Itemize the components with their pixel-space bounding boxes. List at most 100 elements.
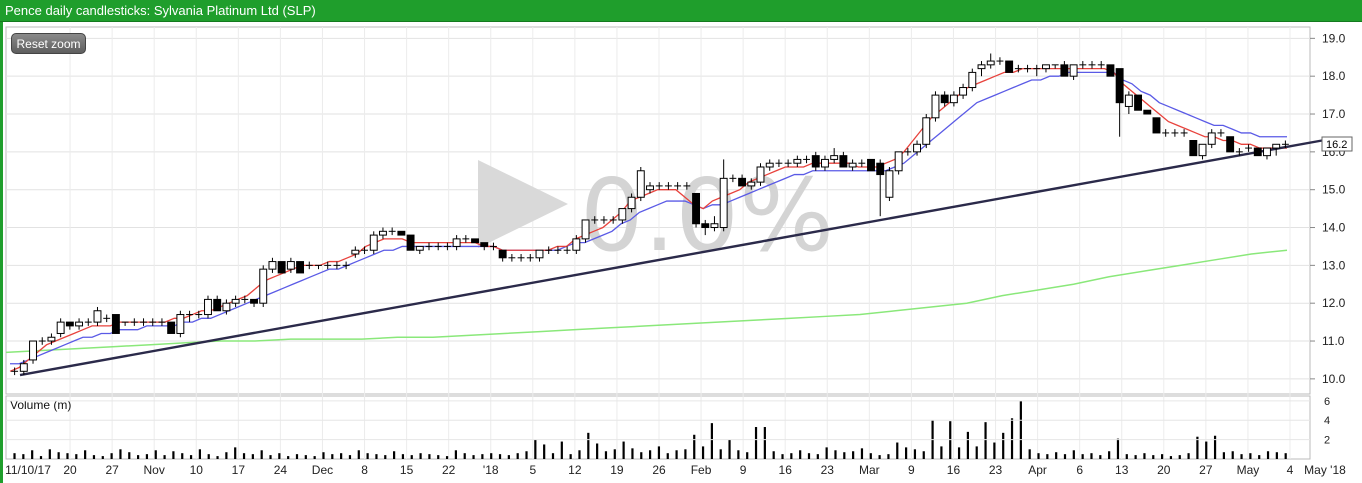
volume-bar xyxy=(1081,454,1084,459)
volume-bar xyxy=(834,450,837,459)
candle xyxy=(369,231,378,255)
price-axis-ticks: 10.011.012.013.014.015.016.017.018.019.0 xyxy=(1310,31,1346,386)
volume-bar xyxy=(92,455,96,459)
candle-body xyxy=(931,94,940,119)
candle-body xyxy=(913,143,922,153)
volume-bar xyxy=(401,454,405,459)
volume-tick-label: 6 xyxy=(1324,396,1330,408)
volume-bar xyxy=(1010,418,1014,459)
candle xyxy=(1005,60,1014,73)
candle-body xyxy=(1189,140,1198,157)
volume-bar xyxy=(693,434,696,459)
date-tick-label: Feb xyxy=(691,463,712,477)
volume-bar xyxy=(1266,451,1270,459)
volume-bar xyxy=(878,455,881,459)
candle xyxy=(636,166,645,202)
volume-bar xyxy=(313,456,316,459)
volume-bar xyxy=(701,446,705,459)
volume-bar xyxy=(1072,450,1075,459)
volume-bar xyxy=(578,450,581,459)
candle-body xyxy=(646,185,654,191)
volume-bar xyxy=(454,450,457,459)
candle-body xyxy=(1115,68,1124,104)
date-axis-ticks: 11/10/17 20 27 Nov 10 17 24 Dec 8 15 22 '18 5 12 19 26 F… xyxy=(5,463,1346,477)
volume-bar xyxy=(816,454,819,459)
date-tick-label: 16 xyxy=(947,463,961,477)
reset-zoom-button[interactable]: Reset zoom xyxy=(11,33,86,54)
volume-bar xyxy=(1231,451,1234,459)
price-tick-label: 17.0 xyxy=(1322,107,1346,121)
date-tick-label: 23 xyxy=(821,463,835,477)
volume-bar xyxy=(887,454,890,459)
volume-bar xyxy=(905,447,908,459)
candle-body xyxy=(830,155,839,160)
volume-bar xyxy=(154,450,157,459)
volume-bar xyxy=(331,454,334,459)
price-chart[interactable]: 0.0% 10.011.012.013.014.015.016.017.018.… xyxy=(0,22,1362,483)
date-tick-label: Dec xyxy=(312,463,333,477)
volume-bar xyxy=(649,450,652,459)
candle xyxy=(1134,94,1143,111)
candle-body xyxy=(747,181,756,187)
volume-bar xyxy=(525,451,528,459)
candle-body xyxy=(1263,147,1271,157)
date-tick-label: May '18 xyxy=(1304,463,1346,477)
candle-body xyxy=(1124,94,1133,107)
date-tick-label: 17 xyxy=(232,463,246,477)
chart-title: Pence daily candlesticks: Sylvania Plati… xyxy=(5,3,316,18)
volume-bar xyxy=(287,456,290,459)
volume-bar xyxy=(110,453,113,459)
candle-body xyxy=(56,321,65,334)
volume-bar xyxy=(772,451,775,459)
price-tick-label: 19.0 xyxy=(1322,31,1346,45)
volume-bar xyxy=(463,453,466,459)
volume-bar xyxy=(825,447,828,459)
volume-bar xyxy=(1002,432,1005,459)
volume-bar xyxy=(1258,455,1261,459)
volume-bar xyxy=(710,423,713,459)
volume-bar xyxy=(940,446,943,459)
last-price-label: 16.2 xyxy=(1326,139,1347,151)
candle-body xyxy=(1253,147,1262,157)
volume-bar xyxy=(57,452,60,459)
volume-bar xyxy=(251,454,254,459)
volume-bar xyxy=(604,451,608,459)
volume-bar xyxy=(640,452,643,459)
last-price-marker: 16.2 xyxy=(1321,136,1353,152)
price-tick-label: 15.0 xyxy=(1322,183,1346,197)
volume-bar xyxy=(1125,454,1128,459)
candle-body xyxy=(47,336,56,342)
volume-bar xyxy=(75,454,78,459)
volume-bar xyxy=(340,453,343,459)
volume-bar xyxy=(384,455,387,459)
volume-bar xyxy=(481,454,484,459)
volume-bar xyxy=(1134,455,1137,459)
candle-body xyxy=(940,94,949,104)
date-tick-label: 9 xyxy=(740,463,747,477)
volume-bar xyxy=(419,453,422,459)
candle xyxy=(111,314,120,334)
volume-bar xyxy=(657,446,661,459)
price-tick-label: 11.0 xyxy=(1322,334,1345,348)
date-tick-label: 26 xyxy=(652,463,666,477)
volume-bar xyxy=(516,453,519,459)
volume-bar xyxy=(1222,452,1225,459)
volume-bar xyxy=(445,456,449,459)
candle-body xyxy=(922,117,931,145)
candle-body xyxy=(839,155,848,168)
candle-body xyxy=(710,223,719,229)
volume-bar xyxy=(1143,453,1146,459)
candle-body xyxy=(1106,64,1115,77)
candle-body xyxy=(498,249,507,259)
candle xyxy=(471,238,479,244)
candle-body xyxy=(719,177,728,229)
candle-body xyxy=(250,298,258,304)
candle xyxy=(968,68,977,92)
date-tick-label: 6 xyxy=(1076,463,1083,477)
volume-bar xyxy=(304,455,307,459)
date-tick-label: 22 xyxy=(442,463,456,477)
volume-bar xyxy=(507,455,510,459)
volume-bar xyxy=(975,446,978,459)
candle-body xyxy=(65,321,74,327)
candle xyxy=(176,310,185,338)
